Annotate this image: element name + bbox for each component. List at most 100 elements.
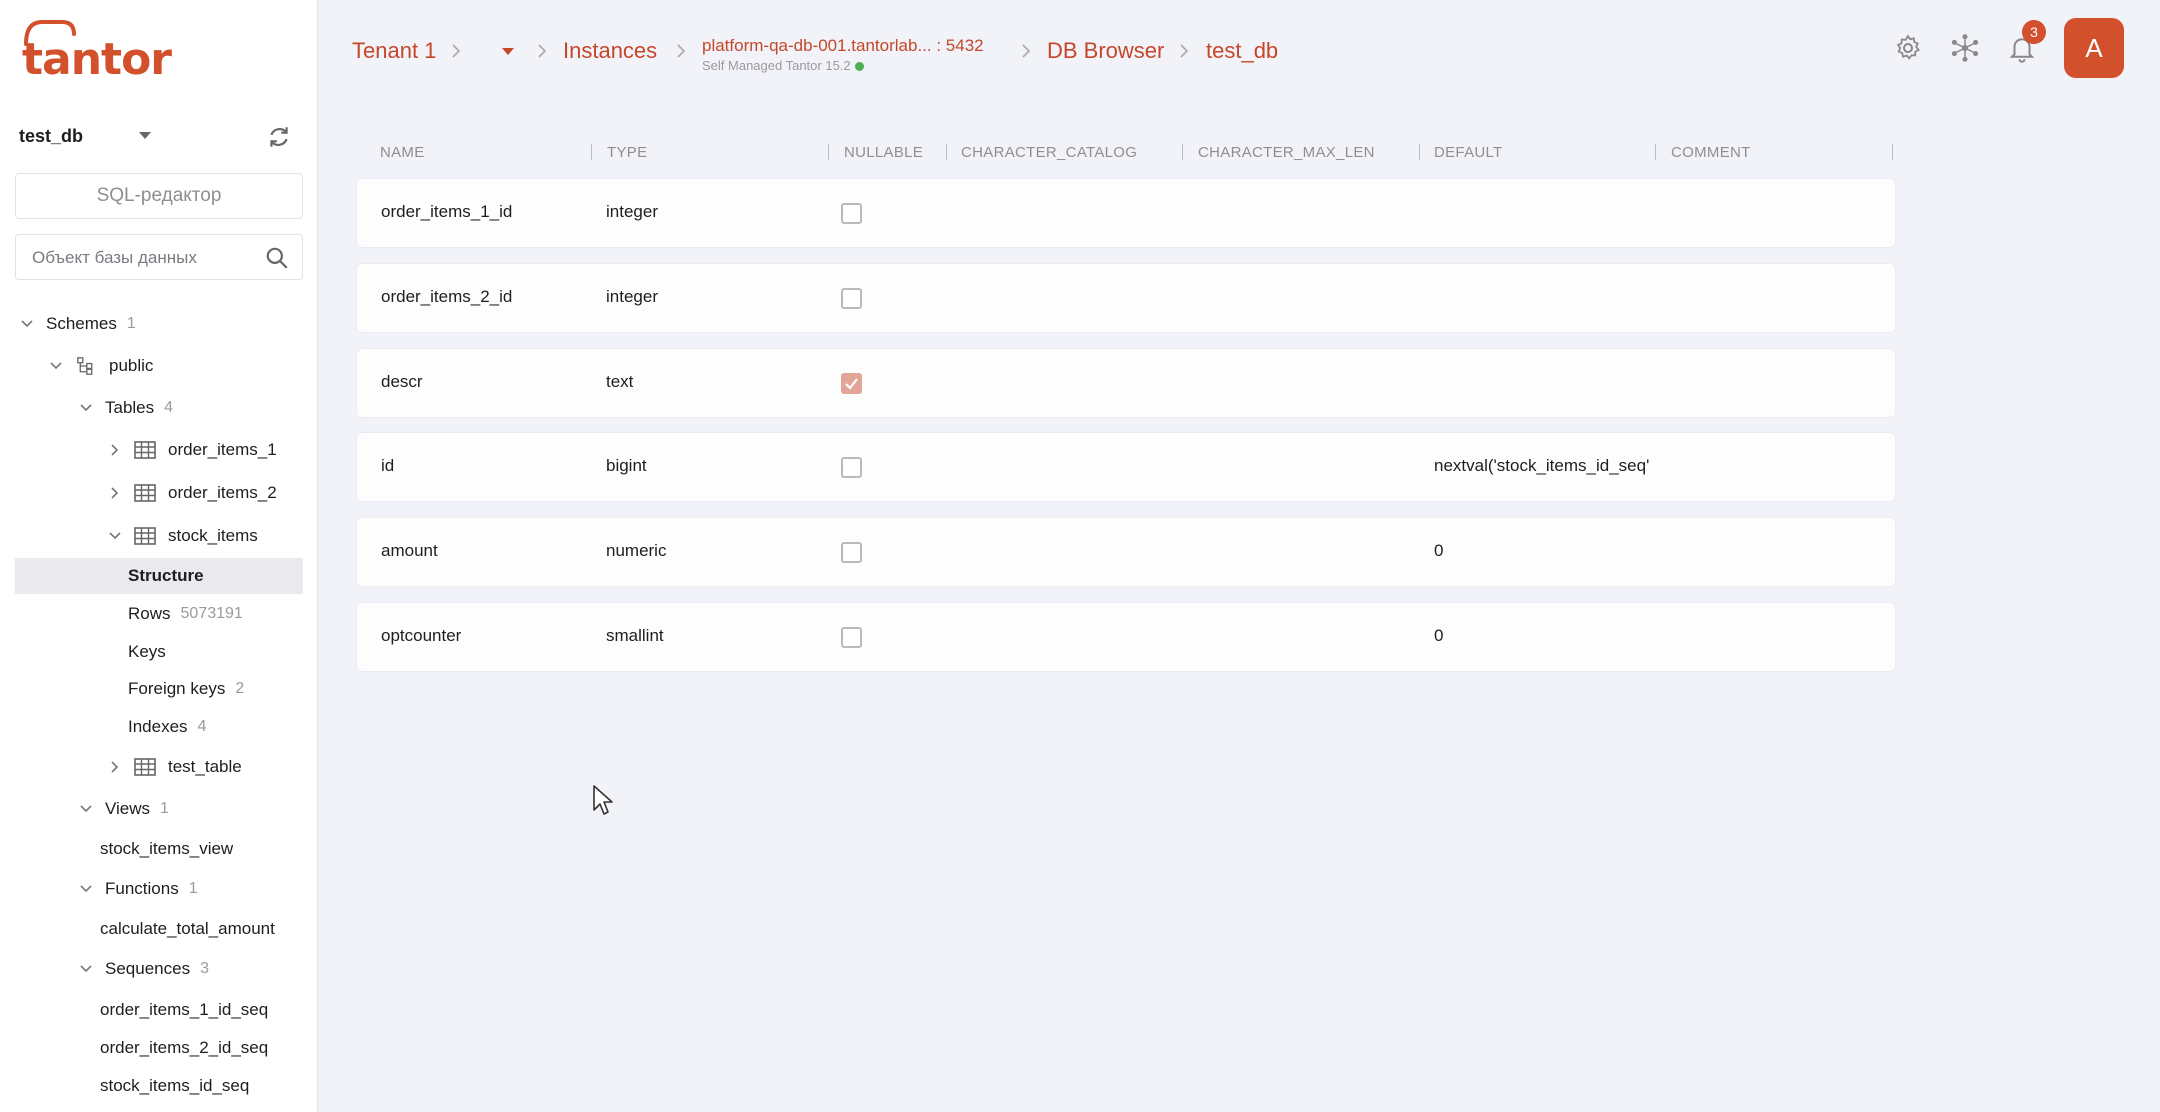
chevron-down-icon[interactable] bbox=[79, 882, 93, 896]
tree-indexes-count: 4 bbox=[197, 718, 207, 735]
tree-sequence-item-label: order_items_2_id_seq bbox=[100, 1038, 269, 1057]
tree-indexes[interactable]: Indexes 4 bbox=[128, 710, 206, 744]
chevron-right-icon[interactable] bbox=[108, 443, 122, 457]
chevron-down-icon[interactable] bbox=[108, 529, 122, 543]
table-icon bbox=[134, 441, 156, 459]
tree-sequences[interactable]: Sequences 3 bbox=[79, 952, 209, 986]
table-row[interactable]: id bigint nextval('stock_items_id_seq' bbox=[356, 432, 1896, 502]
cell-type: integer bbox=[606, 287, 658, 306]
tree-sequence-item[interactable]: order_items_2_id_seq bbox=[100, 1031, 268, 1065]
table-row[interactable]: order_items_1_id integer bbox=[356, 178, 1896, 248]
tree-table-stock-items[interactable]: stock_items bbox=[108, 519, 258, 553]
breadcrumb-tenant[interactable]: Tenant 1 bbox=[352, 38, 436, 64]
tantor-logo[interactable]: tantor bbox=[20, 18, 172, 85]
object-search-input[interactable] bbox=[32, 245, 252, 271]
tree-sequence-item[interactable]: order_items_1_id_seq bbox=[100, 993, 268, 1027]
column-resize-handle[interactable] bbox=[828, 144, 829, 160]
column-resize-handle[interactable] bbox=[1892, 144, 1893, 160]
chevron-right-icon bbox=[452, 44, 461, 58]
table-icon bbox=[134, 758, 156, 776]
column-header-comment[interactable]: COMMENT bbox=[1671, 144, 1751, 161]
column-resize-handle[interactable] bbox=[1182, 144, 1183, 160]
table-row[interactable]: descr text bbox=[356, 348, 1896, 418]
refresh-icon[interactable] bbox=[266, 124, 292, 150]
tree-schemes[interactable]: Schemes 1 bbox=[20, 307, 136, 341]
tree-sequence-item[interactable]: stock_items_id_seq bbox=[100, 1069, 249, 1103]
tree-structure[interactable]: Structure bbox=[128, 559, 204, 593]
column-header-default[interactable]: DEFAULT bbox=[1434, 144, 1503, 161]
cell-type: smallint bbox=[606, 626, 664, 645]
tree-foreign-keys[interactable]: Foreign keys 2 bbox=[128, 672, 244, 706]
tree-table-label: order_items_1 bbox=[168, 440, 277, 459]
column-resize-handle[interactable] bbox=[591, 144, 592, 160]
breadcrumb-instance[interactable]: platform-qa-db-001.tantorlab... : 5432 bbox=[702, 36, 984, 56]
chevron-right-icon bbox=[677, 44, 686, 58]
tree-tables[interactable]: Tables 4 bbox=[79, 391, 173, 425]
chevron-right-icon[interactable] bbox=[108, 486, 122, 500]
cell-name: order_items_2_id bbox=[381, 287, 513, 306]
schema-icon bbox=[77, 357, 93, 375]
breadcrumb-db-browser[interactable]: DB Browser bbox=[1047, 38, 1164, 64]
tree-function-item-label: calculate_total_amount bbox=[100, 919, 275, 938]
chevron-right-icon bbox=[1022, 44, 1031, 58]
nullable-checkbox[interactable] bbox=[841, 203, 862, 224]
tree-view-item[interactable]: stock_items_view bbox=[100, 832, 233, 866]
column-header-name[interactable]: NAME bbox=[380, 144, 425, 161]
tree-function-item[interactable]: calculate_total_amount bbox=[100, 912, 275, 946]
tenant-dropdown-icon[interactable] bbox=[502, 48, 514, 55]
sql-editor-button[interactable]: SQL-редактор bbox=[15, 173, 303, 219]
column-header-character-max-len[interactable]: CHARACTER_MAX_LEN bbox=[1198, 144, 1375, 161]
status-ok-icon bbox=[854, 62, 864, 72]
nullable-checkbox[interactable] bbox=[841, 627, 862, 648]
tree-public[interactable]: public bbox=[49, 349, 153, 383]
table-icon bbox=[134, 527, 156, 545]
chevron-down-icon[interactable] bbox=[79, 401, 93, 415]
tree-foreign-keys-count: 2 bbox=[235, 680, 245, 697]
column-header-nullable[interactable]: NULLABLE bbox=[844, 144, 923, 161]
cell-default: nextval('stock_items_id_seq' bbox=[1434, 456, 1650, 475]
database-select[interactable]: test_db bbox=[19, 122, 159, 150]
nullable-checkbox-checked[interactable] bbox=[841, 373, 862, 394]
column-resize-handle[interactable] bbox=[1655, 144, 1656, 160]
tree-rows[interactable]: Rows 5073191 bbox=[128, 597, 243, 631]
tree-functions-count: 1 bbox=[188, 880, 198, 897]
table-row[interactable]: amount numeric 0 bbox=[356, 517, 1896, 587]
chevron-down-icon[interactable] bbox=[79, 802, 93, 816]
nullable-checkbox[interactable] bbox=[841, 542, 862, 563]
column-resize-handle[interactable] bbox=[1419, 144, 1420, 160]
table-row[interactable]: optcounter smallint 0 bbox=[356, 602, 1896, 672]
user-avatar[interactable]: A bbox=[2064, 18, 2124, 78]
tree-table-test-table[interactable]: test_table bbox=[108, 750, 242, 784]
network-icon[interactable] bbox=[1950, 33, 1980, 63]
object-search-box bbox=[15, 234, 303, 280]
nullable-checkbox[interactable] bbox=[841, 288, 862, 309]
cell-type: text bbox=[606, 372, 634, 391]
tree-foreign-keys-label: Foreign keys bbox=[128, 679, 226, 698]
chevron-right-icon[interactable] bbox=[108, 760, 122, 774]
tree-table-label: stock_items bbox=[168, 526, 258, 545]
tree-functions[interactable]: Functions 1 bbox=[79, 872, 198, 906]
search-icon[interactable] bbox=[264, 245, 290, 271]
gear-icon[interactable] bbox=[1893, 33, 1923, 63]
tree-schemes-label: Schemes bbox=[46, 314, 117, 333]
nullable-checkbox[interactable] bbox=[841, 457, 862, 478]
column-resize-handle[interactable] bbox=[946, 144, 947, 160]
chevron-down-icon[interactable] bbox=[79, 962, 93, 976]
tree-sequence-item-label: stock_items_id_seq bbox=[100, 1076, 250, 1095]
tree-views[interactable]: Views 1 bbox=[79, 792, 169, 826]
chevron-down-icon[interactable] bbox=[49, 359, 63, 373]
chevron-down-icon[interactable] bbox=[20, 317, 34, 331]
database-caret-icon[interactable] bbox=[139, 132, 151, 139]
tree-view-item-label: stock_items_view bbox=[100, 839, 234, 858]
tree-table-order-items-2[interactable]: order_items_2 bbox=[108, 476, 277, 510]
table-row[interactable]: order_items_2_id integer bbox=[356, 263, 1896, 333]
tree-keys[interactable]: Keys bbox=[128, 635, 166, 669]
tree-public-label: public bbox=[109, 356, 154, 375]
tree-table-label: test_table bbox=[168, 757, 242, 776]
column-header-type[interactable]: TYPE bbox=[607, 144, 647, 161]
cell-name: order_items_1_id bbox=[381, 202, 513, 221]
column-header-character-catalog[interactable]: CHARACTER_CATALOG bbox=[961, 144, 1137, 161]
tree-table-order-items-1[interactable]: order_items_1 bbox=[108, 433, 277, 467]
breadcrumb-database[interactable]: test_db bbox=[1206, 38, 1278, 64]
breadcrumb-instances[interactable]: Instances bbox=[563, 38, 657, 64]
